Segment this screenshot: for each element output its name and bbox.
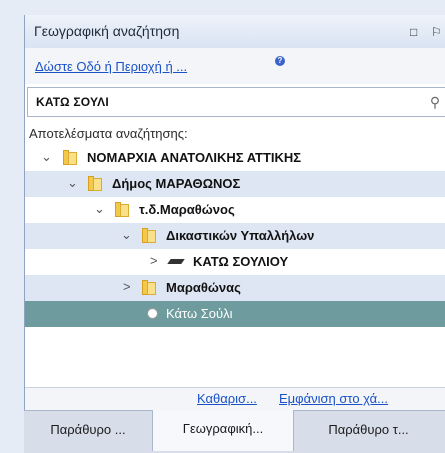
panel-footer: Καθαρισ... Εμφάνιση στο χά... <box>25 388 445 410</box>
tree-row[interactable]: > Μαραθώνας <box>25 275 445 301</box>
chevron-down-icon[interactable]: ⌄ <box>67 175 78 191</box>
tree-label: Κάτω Σούλι <box>166 306 233 321</box>
tree-label: τ.δ.Μαραθώνος <box>139 202 235 217</box>
hint-row: Δώστε Οδό ή Περιοχή ή ... ? <box>25 48 445 84</box>
tree-label: ΝΟΜΑΡΧΙΑ ΑΝΑΤΟΛΙΚΗΣ ΑΤΤΙΚΗΣ <box>87 150 302 165</box>
folder-icon <box>88 176 102 191</box>
chevron-right-icon[interactable]: > <box>150 253 158 268</box>
help-icon[interactable]: ? <box>275 56 285 66</box>
chevron-right-icon[interactable]: > <box>123 279 131 294</box>
chevron-down-icon[interactable]: ⌄ <box>94 201 105 217</box>
tree-row[interactable]: ⌄ τ.δ.Μαραθώνος <box>25 197 445 223</box>
tab-bar: Παράθυρο ... Γεωγραφική... Παράθυρο τ... <box>24 410 445 453</box>
tab-window-2[interactable]: Παράθυρο τ... <box>292 411 445 451</box>
folder-icon <box>142 228 156 243</box>
results-label: Αποτελέσματα αναζήτησης: <box>29 126 188 141</box>
tree-label: ΚΑΤΩ ΣΟΥΛΙΟΥ <box>193 254 289 269</box>
geo-search-panel: Γεωγραφική αναζήτηση □ ⚐ Δώστε Οδό ή Περ… <box>24 15 445 410</box>
tree-row[interactable]: ⌄ ΝΟΜΑΡΧΙΑ ΑΝΑΤΟΛΙΚΗΣ ΑΤΤΙΚΗΣ <box>25 145 445 171</box>
chevron-down-icon[interactable]: ⌄ <box>121 227 132 243</box>
circle-icon <box>147 308 158 319</box>
clear-link[interactable]: Καθαρισ... <box>197 391 257 406</box>
tree-row[interactable]: ⌄ Δήμος ΜΑΡΑΘΩΝΟΣ <box>25 171 445 197</box>
search-icon[interactable]: ⚲ <box>425 90 445 114</box>
road-icon <box>167 259 185 264</box>
search-input[interactable]: ΚΑΤΩ ΣΟΥΛΙ ⚲ <box>27 87 445 117</box>
search-input-value[interactable]: ΚΑΤΩ ΣΟΥΛΙ <box>36 95 109 109</box>
tree-label: Μαραθώνας <box>166 280 241 295</box>
restore-icon[interactable]: □ <box>410 25 417 39</box>
folder-icon <box>63 150 77 165</box>
show-on-map-link[interactable]: Εμφάνιση στο χά... <box>279 391 388 406</box>
tab-geo-search[interactable]: Γεωγραφική... <box>152 410 294 451</box>
panel-title: Γεωγραφική αναζήτηση <box>34 23 180 39</box>
pin-icon[interactable]: ⚐ <box>431 25 442 39</box>
chevron-down-icon[interactable]: ⌄ <box>41 149 52 165</box>
panel-titlebar: Γεωγραφική αναζήτηση □ ⚐ <box>25 15 445 49</box>
tab-window-1[interactable]: Παράθυρο ... <box>24 411 152 451</box>
folder-icon <box>142 280 156 295</box>
tree-row[interactable]: ⌄ Δικαστικών Υπαλλήλων <box>25 223 445 249</box>
tree-row[interactable]: > ΚΑΤΩ ΣΟΥΛΙΟΥ <box>25 249 445 275</box>
tree-row-selected[interactable]: Κάτω Σούλι <box>25 301 445 327</box>
folder-icon <box>115 202 129 217</box>
address-hint-link[interactable]: Δώστε Οδό ή Περιοχή ή ... <box>35 59 187 74</box>
tree-label: Δικαστικών Υπαλλήλων <box>166 228 315 243</box>
tree-label: Δήμος ΜΑΡΑΘΩΝΟΣ <box>112 176 241 191</box>
